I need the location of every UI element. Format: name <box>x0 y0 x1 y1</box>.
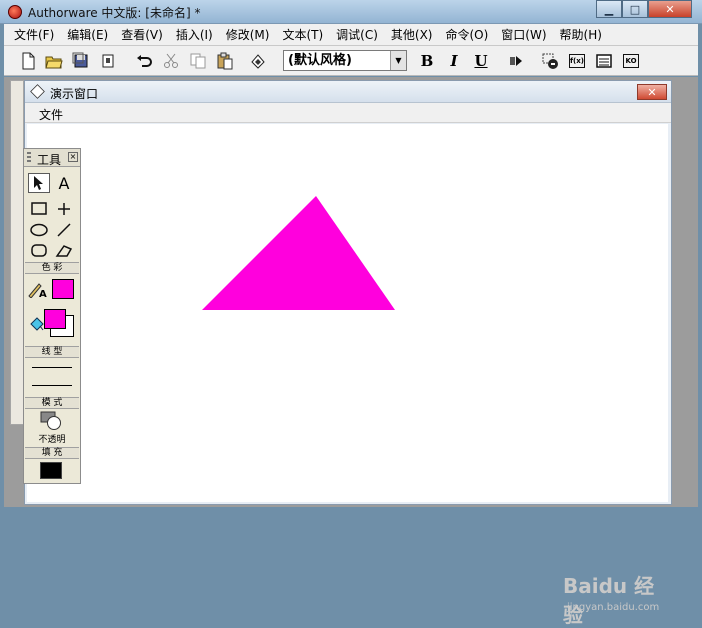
fill-foreground-swatch[interactable] <box>44 309 66 329</box>
cut-icon[interactable] <box>161 51 181 71</box>
copy-icon[interactable] <box>188 51 208 71</box>
functions-label: f(x) <box>569 54 585 68</box>
authorware-app: Authorware 中文版: [未命名] * ▁ □ ✕ 文件(F) 编辑(E… <box>0 0 702 627</box>
window-title: Authorware 中文版: [未命名] * <box>28 6 201 20</box>
underline-button[interactable]: U <box>471 51 491 71</box>
open-folder-icon[interactable] <box>44 51 64 71</box>
menu-file[interactable]: 文件(F) <box>14 26 54 43</box>
straight-line-tool[interactable] <box>53 199 75 219</box>
presentation-canvas[interactable]: Baidu 经验 jingyan.baidu.com <box>27 124 668 627</box>
fill-pattern-swatch[interactable] <box>40 462 62 479</box>
line-style-default[interactable] <box>32 385 72 386</box>
color-section-label: 色 彩 <box>25 262 79 274</box>
control-panel-icon[interactable] <box>540 51 560 71</box>
ko-label: KO <box>623 54 639 68</box>
watermark-url: jingyan.baidu.com <box>567 602 660 613</box>
diagonal-line-tool[interactable] <box>53 220 75 240</box>
menu-text[interactable]: 文本(T) <box>282 26 323 43</box>
menu-edit[interactable]: 编辑(E) <box>67 26 108 43</box>
pointer-tool[interactable] <box>28 173 50 193</box>
menu-help[interactable]: 帮助(H) <box>560 26 602 43</box>
chevron-down-icon[interactable]: ▼ <box>390 51 406 70</box>
find-icon[interactable] <box>248 51 268 71</box>
docked-panel-strip <box>10 80 24 425</box>
save-all-icon[interactable] <box>71 51 91 71</box>
italic-button[interactable]: I <box>444 51 464 71</box>
tools-title: 工具 <box>37 153 62 167</box>
pen-color-icon[interactable]: A <box>26 279 48 299</box>
polygon-tool[interactable] <box>53 241 75 261</box>
import-icon[interactable] <box>98 51 118 71</box>
text-style-value: (默认风格) <box>288 53 352 68</box>
fill-section-label: 填 充 <box>25 447 79 459</box>
knowledge-objects-icon[interactable]: KO <box>621 51 641 71</box>
minimize-button[interactable]: ▁ <box>596 0 622 18</box>
authorware-logo-icon <box>8 5 22 19</box>
variables-icon[interactable] <box>594 51 614 71</box>
tools-close-icon[interactable]: × <box>68 152 78 162</box>
ellipse-tool[interactable] <box>28 220 50 240</box>
close-button[interactable]: ✕ <box>648 0 692 18</box>
main-toolbar: (默认风格) ▼ B I U f(x) KO <box>4 46 698 76</box>
svg-text:A: A <box>39 289 47 298</box>
maximize-button[interactable]: □ <box>622 0 648 18</box>
presentation-menu-file[interactable]: 文件 <box>39 106 63 123</box>
tools-palette: 工具 × A 色 彩 A 线 型 模 式 不透明 填 充 <box>23 148 81 484</box>
new-file-icon[interactable] <box>18 51 38 71</box>
functions-icon[interactable]: f(x) <box>567 51 587 71</box>
mode-value: 不透明 <box>38 435 66 445</box>
run-icon[interactable] <box>506 51 526 71</box>
magenta-triangle[interactable] <box>202 196 395 310</box>
stroke-color-swatch[interactable] <box>52 279 74 299</box>
mode-section-label: 模 式 <box>25 397 79 409</box>
presentation-close-button[interactable]: ✕ <box>637 84 667 100</box>
grip-handle-icon[interactable] <box>27 152 31 164</box>
presentation-menu-bar: 文件 <box>25 103 671 123</box>
menu-window[interactable]: 窗口(W) <box>501 26 546 43</box>
opaque-mode-icon[interactable] <box>40 411 62 431</box>
menu-insert[interactable]: 插入(I) <box>176 26 213 43</box>
bold-button[interactable]: B <box>417 51 437 71</box>
undo-icon[interactable] <box>134 51 154 71</box>
menu-modify[interactable]: 修改(M) <box>226 26 270 43</box>
window-controls: ▁ □ ✕ <box>596 0 692 18</box>
tools-title-bar[interactable]: 工具 × <box>24 149 80 167</box>
watermark-logo: Baidu 经验 <box>563 574 655 627</box>
paste-icon[interactable] <box>215 51 235 71</box>
title-bar: Authorware 中文版: [未命名] * ▁ □ ✕ <box>0 0 702 24</box>
menu-bar: 文件(F) 编辑(E) 查看(V) 插入(I) 修改(M) 文本(T) 调试(C… <box>4 24 698 46</box>
menu-debug[interactable]: 调试(C) <box>336 26 378 43</box>
presentation-window-icon <box>30 84 45 99</box>
rounded-rectangle-tool[interactable] <box>28 241 50 261</box>
menu-command[interactable]: 命令(O) <box>445 26 488 43</box>
line-section-label: 线 型 <box>25 346 79 358</box>
line-style-thin[interactable] <box>32 367 72 368</box>
text-tool[interactable]: A <box>53 173 75 193</box>
presentation-title-bar[interactable]: 演示窗口 ✕ <box>25 81 671 103</box>
menu-view[interactable]: 查看(V) <box>121 26 163 43</box>
menu-other[interactable]: 其他(X) <box>391 26 433 43</box>
presentation-window: 演示窗口 ✕ 文件 Baidu 经验 jingyan.baidu.com <box>24 80 672 627</box>
rectangle-tool[interactable] <box>28 199 50 219</box>
presentation-title: 演示窗口 <box>50 87 99 101</box>
text-style-select[interactable]: (默认风格) ▼ <box>283 50 407 71</box>
